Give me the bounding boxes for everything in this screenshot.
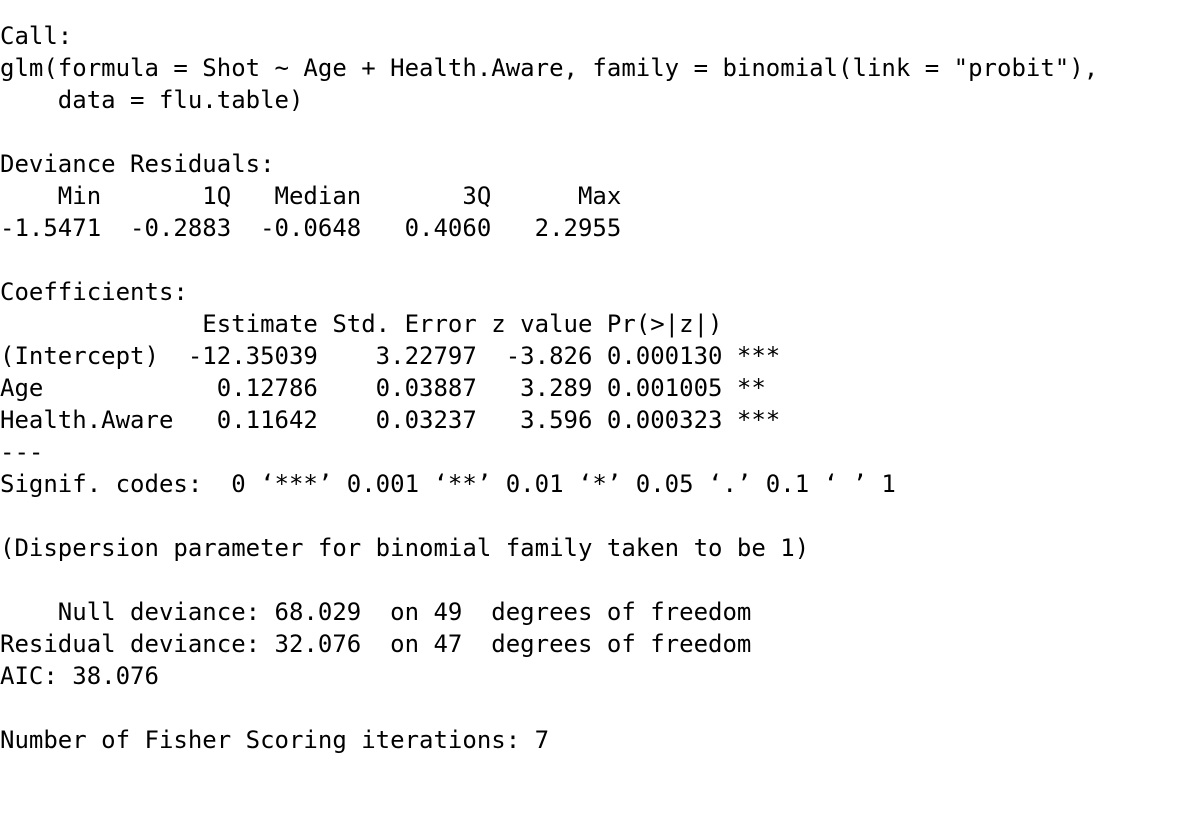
- call-formula-line: glm(formula = Shot ~ Age + Health.Aware,…: [0, 54, 1099, 82]
- null-deviance-line: Null deviance: 68.029 on 49 degrees of f…: [0, 598, 752, 626]
- dispersion-line: (Dispersion parameter for binomial famil…: [0, 534, 810, 562]
- residual-deviance-line: Residual deviance: 32.076 on 47 degrees …: [0, 630, 752, 658]
- coefficient-row-age: Age 0.12786 0.03887 3.289 0.001005 **: [0, 374, 781, 402]
- coefficient-row-health-aware: Health.Aware 0.11642 0.03237 3.596 0.000…: [0, 406, 781, 434]
- call-header: Call:: [0, 22, 73, 50]
- signif-codes-line: Signif. codes: 0 ‘***’ 0.001 ‘**’ 0.01 ‘…: [0, 470, 896, 498]
- aic-line: AIC: 38.076: [0, 662, 159, 690]
- fisher-iterations-line: Number of Fisher Scoring iterations: 7: [0, 726, 550, 754]
- coefficient-row-intercept: (Intercept) -12.35039 3.22797 -3.826 0.0…: [0, 342, 781, 370]
- coefficients-column-labels: Estimate Std. Error z value Pr(>|z|): [0, 310, 781, 338]
- deviance-residuals-header: Deviance Residuals:: [0, 150, 275, 178]
- call-data-line: data = flu.table): [0, 86, 304, 114]
- separator-line: ---: [0, 438, 44, 466]
- coefficients-header: Coefficients:: [0, 278, 188, 306]
- residuals-values: -1.5471 -0.2883 -0.0648 0.4060 2.2955: [0, 214, 651, 242]
- r-console-output: Call: glm(formula = Shot ~ Age + Health.…: [0, 20, 1200, 756]
- residuals-column-labels: Min 1Q Median 3Q Max: [0, 182, 651, 210]
